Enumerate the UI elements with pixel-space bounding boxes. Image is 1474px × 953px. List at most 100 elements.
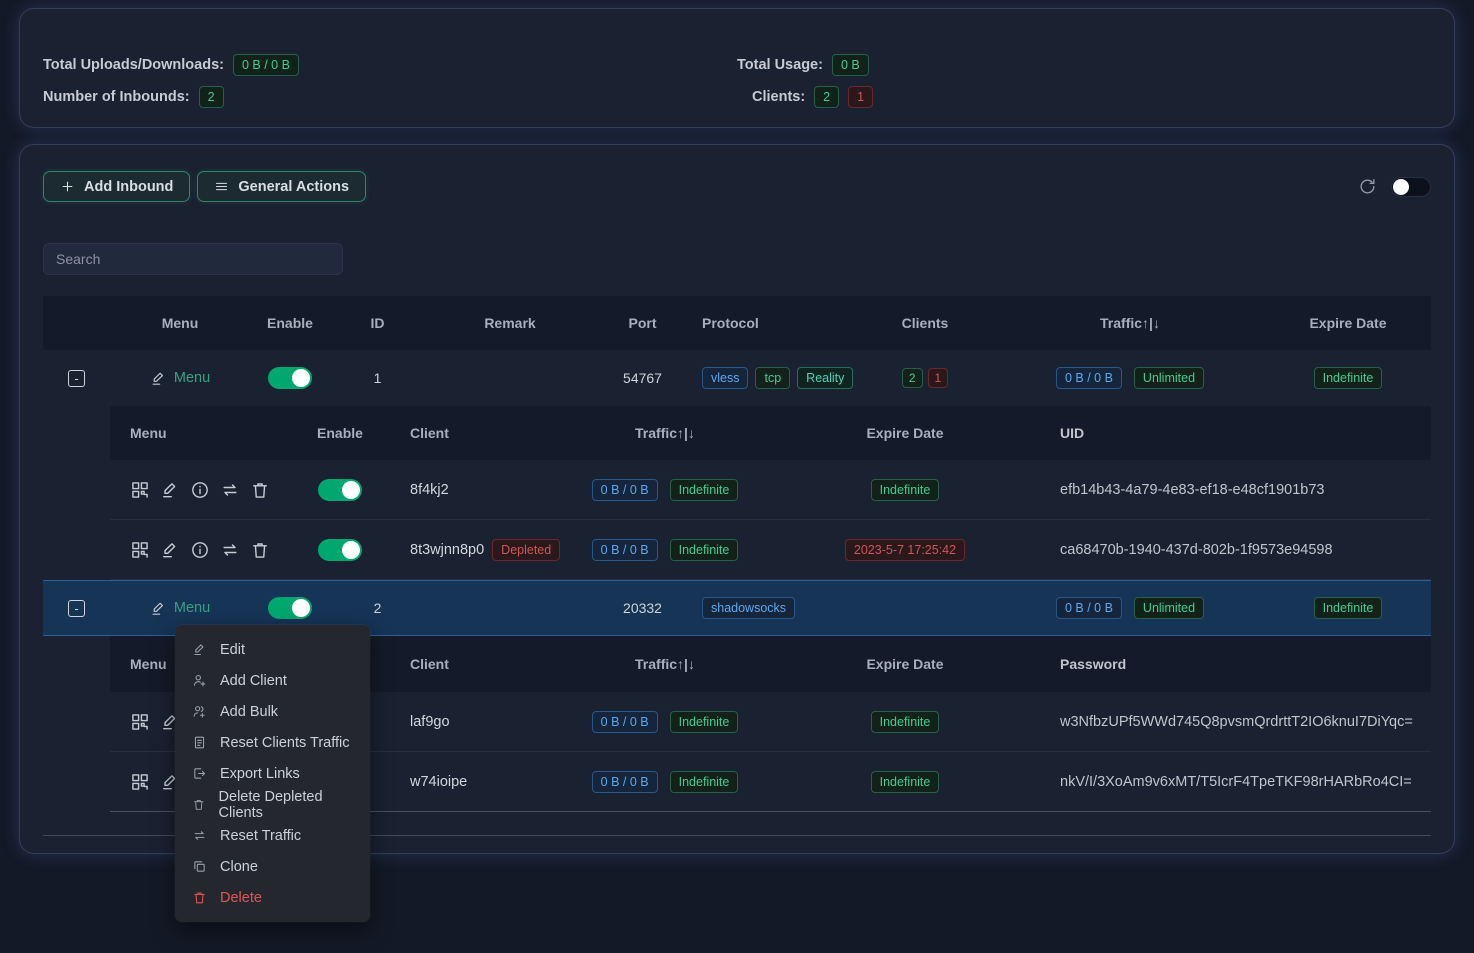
delete-icon <box>192 890 207 905</box>
inbound-id: 2 <box>330 600 425 616</box>
total-usage-value: 0 B <box>832 54 869 76</box>
client-row: 8f4kj2 0 B / 0 B Indefinite Indefinite e… <box>110 460 1431 520</box>
add-inbound-button[interactable]: Add Inbound <box>43 171 190 202</box>
edit-pencil-icon <box>150 370 167 387</box>
row-menu-trigger[interactable]: Menu <box>150 600 210 617</box>
header-id: ID <box>330 315 425 331</box>
reset-client-traffic-icon[interactable] <box>220 540 240 560</box>
info-icon[interactable] <box>190 480 210 500</box>
collapse-row-button[interactable]: - <box>68 600 85 617</box>
traffic-badge: 0 B / 0 B <box>592 539 658 561</box>
clone-icon <box>192 859 207 874</box>
menu-item-delete-depleted-clients[interactable]: Delete Depleted Clients <box>175 789 370 820</box>
enable-toggle[interactable] <box>268 367 312 389</box>
traffic-limit-badge: Indefinite <box>670 479 739 501</box>
client-name: 8t3wjnn8p0 <box>410 542 484 558</box>
traffic-limit-badge: Indefinite <box>670 539 739 561</box>
client-enable-toggle[interactable] <box>318 479 362 501</box>
menu-item-edit[interactable]: Edit <box>175 634 370 665</box>
client-enable-toggle[interactable] <box>318 539 362 561</box>
traffic-badge: 0 B / 0 B <box>1056 367 1122 389</box>
qr-code-icon[interactable] <box>130 712 150 732</box>
stats-card: Total Uploads/Downloads: 0 B / 0 B Numbe… <box>20 9 1454 127</box>
header-enable: Enable <box>300 425 380 441</box>
header-expire-date: Expire Date <box>1265 315 1431 331</box>
expire-badge: Indefinite <box>871 711 940 733</box>
client-uid: efb14b43-4a79-4e83-ef18-e48cf1901b73 <box>1030 482 1431 498</box>
clients-table-vless: Menu Enable Client Traffic↑|↓ Expire Dat… <box>110 406 1431 580</box>
clients-total-badge: 2 <box>814 86 839 108</box>
header-protocol: Protocol <box>690 315 855 331</box>
menu-item-add-bulk[interactable]: Add Bulk <box>175 696 370 727</box>
number-of-inbounds-label: Number of Inbounds: <box>43 89 190 105</box>
edit-client-icon[interactable] <box>160 480 180 500</box>
refresh-icon[interactable] <box>1358 177 1377 196</box>
search-input[interactable] <box>43 243 343 275</box>
inbound-row-1: - Menu 1 54767 vless tcp Reality 2 1 0 <box>43 350 1431 406</box>
clients-label: Clients: <box>752 89 805 105</box>
header-clients: Clients <box>855 315 995 331</box>
security-tag: Reality <box>797 367 853 389</box>
reset-clients-traffic-icon <box>192 735 207 750</box>
enable-toggle[interactable] <box>268 597 312 619</box>
plus-icon <box>60 179 75 194</box>
header-menu: Menu <box>110 315 250 331</box>
expire-badge: Indefinite <box>871 479 940 501</box>
delete-client-icon[interactable] <box>250 480 270 500</box>
add-bulk-icon <box>192 704 207 719</box>
menu-item-reset-traffic[interactable]: Reset Traffic <box>175 820 370 851</box>
header-password: Password <box>1030 656 1431 672</box>
qr-code-icon[interactable] <box>130 540 150 560</box>
client-name: w74ioipe <box>410 774 467 790</box>
header-traffic-sort[interactable]: Traffic↑|↓ <box>550 656 780 672</box>
header-traffic-sort[interactable]: Traffic↑|↓ <box>550 425 780 441</box>
transport-tag: tcp <box>755 367 790 389</box>
header-menu: Menu <box>110 425 300 441</box>
protocol-tag: shadowsocks <box>702 597 795 619</box>
qr-code-icon[interactable] <box>130 480 150 500</box>
stat-number-of-inbounds: Number of Inbounds: 2 <box>43 86 224 108</box>
edit-icon <box>192 642 207 657</box>
clients-depleted-count-badge: 1 <box>928 368 949 388</box>
reset-client-traffic-icon[interactable] <box>220 480 240 500</box>
number-of-inbounds-value: 2 <box>199 86 224 108</box>
add-inbound-label: Add Inbound <box>84 179 173 195</box>
qr-code-icon[interactable] <box>130 772 150 792</box>
client-uid: ca68470b-1940-437d-802b-1f9573e94598 <box>1030 542 1431 558</box>
header-remark: Remark <box>425 315 595 331</box>
header-expire-date: Expire Date <box>780 656 1030 672</box>
clients-table-header: Menu Enable Client Traffic↑|↓ Expire Dat… <box>110 406 1431 460</box>
header-enable: Enable <box>250 315 330 331</box>
stat-total-uploads-downloads: Total Uploads/Downloads: 0 B / 0 B <box>43 54 299 76</box>
edit-pencil-icon <box>150 600 167 617</box>
inbound-port: 54767 <box>595 370 690 386</box>
menu-item-delete[interactable]: Delete <box>175 882 370 913</box>
total-usage-label: Total Usage: <box>737 57 823 73</box>
row-menu-trigger[interactable]: Menu <box>150 370 210 387</box>
edit-client-icon[interactable] <box>160 540 180 560</box>
menu-item-add-client[interactable]: Add Client <box>175 665 370 696</box>
delete-depleted-clients-icon <box>192 797 206 812</box>
export-links-icon <box>192 766 207 781</box>
menu-item-export-links[interactable]: Export Links <box>175 758 370 789</box>
general-actions-button[interactable]: General Actions <box>197 171 366 202</box>
expire-badge: 2023-5-7 17:25:42 <box>845 539 965 561</box>
hamburger-icon <box>214 179 229 194</box>
traffic-badge: 0 B / 0 B <box>592 479 658 501</box>
toolbar: Add Inbound General Actions <box>43 171 1431 202</box>
traffic-badge: 0 B / 0 B <box>592 711 658 733</box>
theme-toggle[interactable] <box>1391 177 1431 197</box>
menu-item-clone[interactable]: Clone <box>175 851 370 882</box>
client-name: 8f4kj2 <box>410 482 449 498</box>
menu-item-reset-clients-traffic[interactable]: Reset Clients Traffic <box>175 727 370 758</box>
general-actions-label: General Actions <box>238 179 349 195</box>
delete-client-icon[interactable] <box>250 540 270 560</box>
header-traffic-sort[interactable]: Traffic↑|↓ <box>995 315 1265 331</box>
toolbar-right <box>1358 177 1431 197</box>
total-uploads-downloads-label: Total Uploads/Downloads: <box>43 57 224 73</box>
stat-total-usage: Total Usage: 0 B <box>737 54 869 76</box>
traffic-limit-badge: Indefinite <box>670 771 739 793</box>
info-icon[interactable] <box>190 540 210 560</box>
collapse-row-button[interactable]: - <box>68 370 85 387</box>
header-client: Client <box>380 425 550 441</box>
